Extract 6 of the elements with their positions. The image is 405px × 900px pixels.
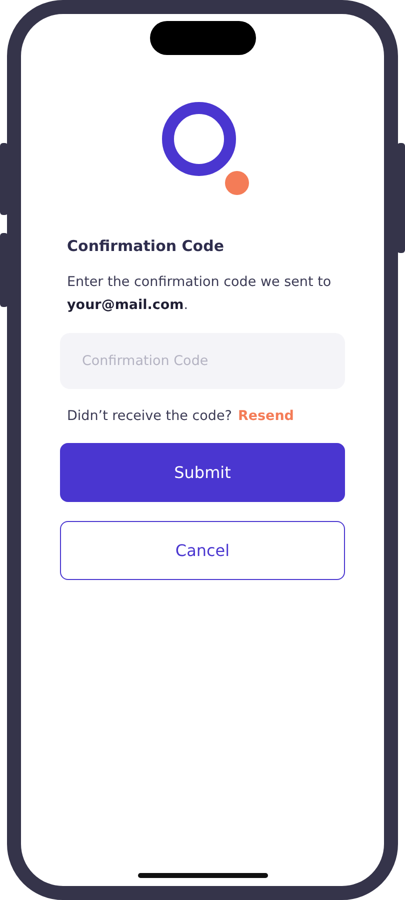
instruction-text: Enter the confirmation code we sent to your@mail.com. (67, 273, 332, 315)
resend-prompt: Didn’t receive the code? (67, 408, 232, 424)
screen-title: Confirmation Code (67, 237, 226, 255)
submit-button[interactable]: Submit (60, 443, 345, 502)
confirmation-code-field[interactable]: Confirmation Code (60, 333, 345, 389)
cancel-button[interactable]: Cancel (60, 521, 345, 580)
